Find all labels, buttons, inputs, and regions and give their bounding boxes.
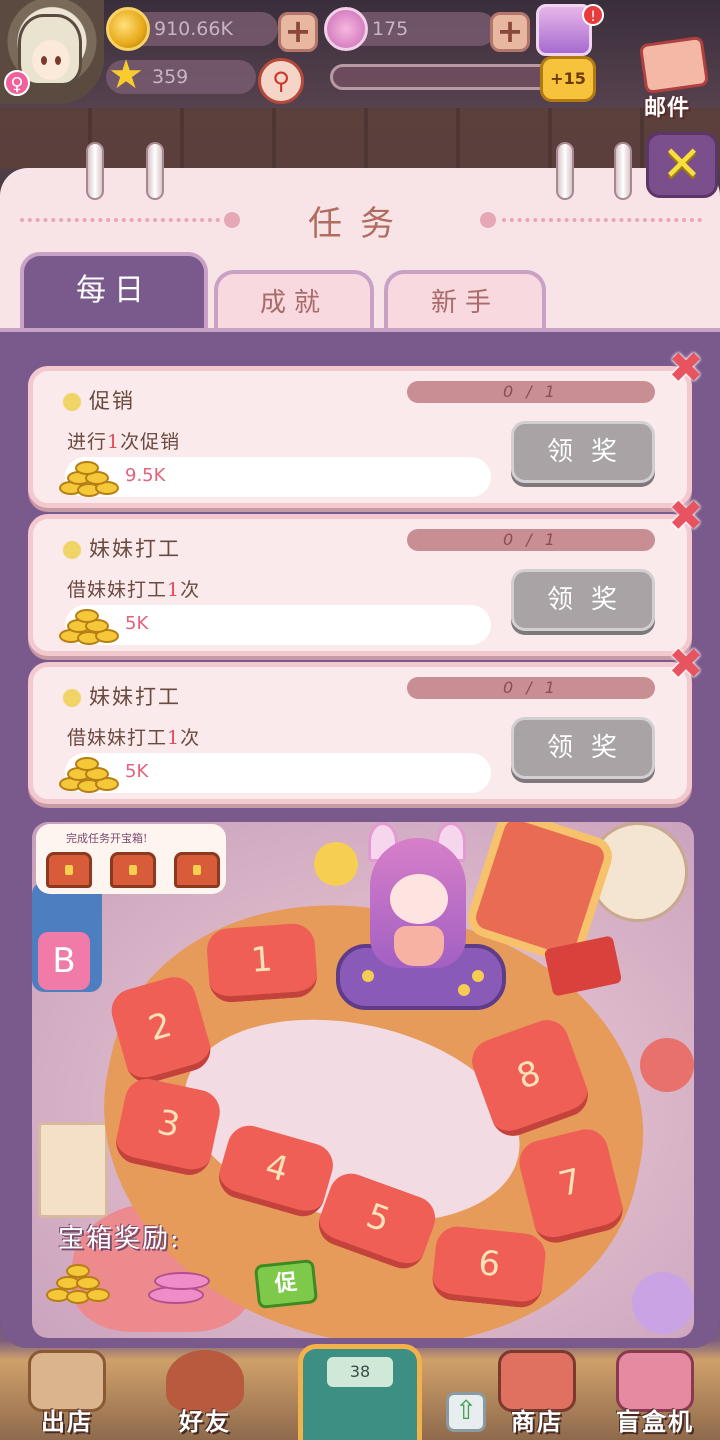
- avatar-face: [32, 40, 70, 80]
- task-description: 借妹妹打工1次: [67, 575, 200, 602]
- task-bullet: [63, 689, 81, 707]
- coin-counter: 910.66K: [106, 7, 278, 51]
- player-character: [358, 822, 478, 990]
- broom-icon[interactable]: ⚲: [258, 58, 304, 104]
- chest-progress-box: 完成任务开宝箱!: [36, 824, 226, 894]
- task-card: 妹妹打工 借妹妹打工1次 0 / 1 5K 领奖 ✖: [28, 643, 704, 804]
- avatar-eye: [55, 56, 61, 65]
- promo-card-icon: 促: [253, 1258, 319, 1310]
- chest-reward-label: 宝箱奖励:: [58, 1224, 181, 1254]
- task-reward: 5K: [125, 613, 149, 634]
- task-desc-text: 借妹妹打工: [67, 579, 168, 601]
- task-name: 促销: [89, 389, 135, 413]
- star-value: 359: [152, 66, 189, 88]
- letter-block: B: [38, 932, 90, 990]
- crown-value: 175: [372, 18, 409, 40]
- task-desc-count: 1: [167, 579, 181, 601]
- coin-pile-icon: [57, 755, 123, 795]
- nav-shop[interactable]: 商店: [482, 1344, 592, 1440]
- binder-ring: [146, 142, 164, 200]
- binder-ring: [86, 142, 104, 200]
- panel-title: 任务: [308, 204, 412, 244]
- binder-ring: [614, 142, 632, 200]
- task-desc-text: 借妹妹打工: [67, 727, 168, 749]
- gold-coin: [314, 842, 358, 886]
- shop-wall: [0, 108, 720, 168]
- nav-friends[interactable]: 好友: [150, 1344, 260, 1440]
- dismiss-icon[interactable]: ✖: [665, 495, 707, 537]
- task-desc-text: 次: [180, 727, 201, 749]
- top-hud: ♀ 910.66K + 175 + ★ 359 ⚲ +15 ! 邮件: [0, 0, 720, 121]
- nav-go-out[interactable]: 出店: [12, 1344, 122, 1440]
- crown-icon: [324, 7, 368, 51]
- nav-label: 盲盒机: [616, 1408, 694, 1436]
- task-desc-text: 次促销: [120, 431, 181, 453]
- crown-counter: 175: [324, 7, 496, 51]
- task-reward: 5K: [125, 761, 149, 782]
- task-card: 促销 进行1次促销 0 / 1 9.5K 领奖 ✖: [28, 347, 704, 508]
- ticket-icon: [148, 1262, 212, 1310]
- experience-bar: [330, 64, 556, 90]
- chest-hint: 完成任务开宝箱!: [66, 832, 148, 845]
- task-desc-text: 进行: [67, 431, 108, 453]
- arrow-up-icon[interactable]: ⇧: [446, 1392, 486, 1432]
- star-counter: ★ 359: [106, 55, 256, 95]
- avatar-eye: [41, 56, 47, 65]
- task-progress: 0 / 1: [407, 677, 655, 699]
- tab-newbie[interactable]: 新手: [384, 270, 546, 332]
- task-desc-count: 1: [107, 431, 121, 453]
- task-description: 借妹妹打工1次: [67, 723, 200, 750]
- claim-button[interactable]: 领奖: [511, 569, 655, 631]
- add-coins-button[interactable]: +: [278, 12, 318, 52]
- poster: [38, 1122, 108, 1218]
- tab-daily[interactable]: 每日: [20, 252, 208, 330]
- nav-label: 好友: [179, 1408, 231, 1436]
- small-chest-icon[interactable]: [174, 852, 220, 888]
- claim-button[interactable]: 领奖: [511, 717, 655, 779]
- tab-achievements[interactable]: 成就: [214, 270, 374, 332]
- notification-badge: !: [582, 4, 604, 26]
- task-bullet: [63, 393, 81, 411]
- dismiss-icon[interactable]: ✖: [665, 347, 707, 389]
- binder-ring: [556, 142, 574, 200]
- treasure-board: B 1 2 3 4 5 6 7 8 完成任务开宝箱! 宝箱奖励: 促: [32, 822, 694, 1338]
- coin-value: 910.66K: [154, 18, 233, 40]
- mail-label: 邮件: [644, 96, 691, 121]
- envelope-icon: [638, 35, 710, 95]
- coin-pile-icon: [57, 459, 123, 499]
- small-chest-icon[interactable]: [46, 852, 92, 888]
- coin-icon: [106, 7, 150, 51]
- nav-label: 出店: [41, 1408, 93, 1436]
- task-description: 进行1次促销: [67, 427, 180, 454]
- star-icon: ★: [108, 52, 144, 98]
- dismiss-icon[interactable]: ✖: [665, 643, 707, 685]
- bottom-nav: 出店 好友 38 ⇧ 商店 盲盒机: [0, 1344, 720, 1440]
- shop-counter-button[interactable]: 38: [298, 1344, 422, 1440]
- task-name: 妹妹打工: [89, 537, 181, 561]
- claim-button[interactable]: 领奖: [511, 421, 655, 483]
- female-icon: ♀: [4, 70, 30, 96]
- board-tile-1: 1: [205, 922, 319, 1004]
- coin-pile-icon: [57, 607, 123, 647]
- task-name: 妹妹打工: [89, 685, 181, 709]
- task-desc-text: 次: [180, 579, 201, 601]
- small-chest-icon[interactable]: [110, 852, 156, 888]
- task-progress: 0 / 1: [407, 381, 655, 403]
- counter-display: 38: [327, 1357, 393, 1387]
- add-crowns-button[interactable]: +: [490, 12, 530, 52]
- task-card: 妹妹打工 借妹妹打工1次 0 / 1 5K 领奖 ✖: [28, 495, 704, 656]
- nav-blind-box[interactable]: 盲盒机: [600, 1344, 710, 1440]
- task-progress: 0 / 1: [407, 529, 655, 551]
- close-icon[interactable]: ✕: [646, 132, 718, 198]
- task-bullet: [63, 541, 81, 559]
- mail-button[interactable]: 邮件: [632, 35, 718, 121]
- level-bonus-badge: +15: [540, 56, 596, 102]
- board-tile-6: 6: [430, 1224, 548, 1310]
- nav-label: 商店: [511, 1408, 563, 1436]
- candy-ball: [632, 1272, 694, 1334]
- task-reward: 9.5K: [125, 465, 166, 486]
- task-desc-count: 1: [167, 727, 181, 749]
- candy-ball: [640, 1038, 694, 1092]
- coin-pile-icon: [42, 1262, 112, 1310]
